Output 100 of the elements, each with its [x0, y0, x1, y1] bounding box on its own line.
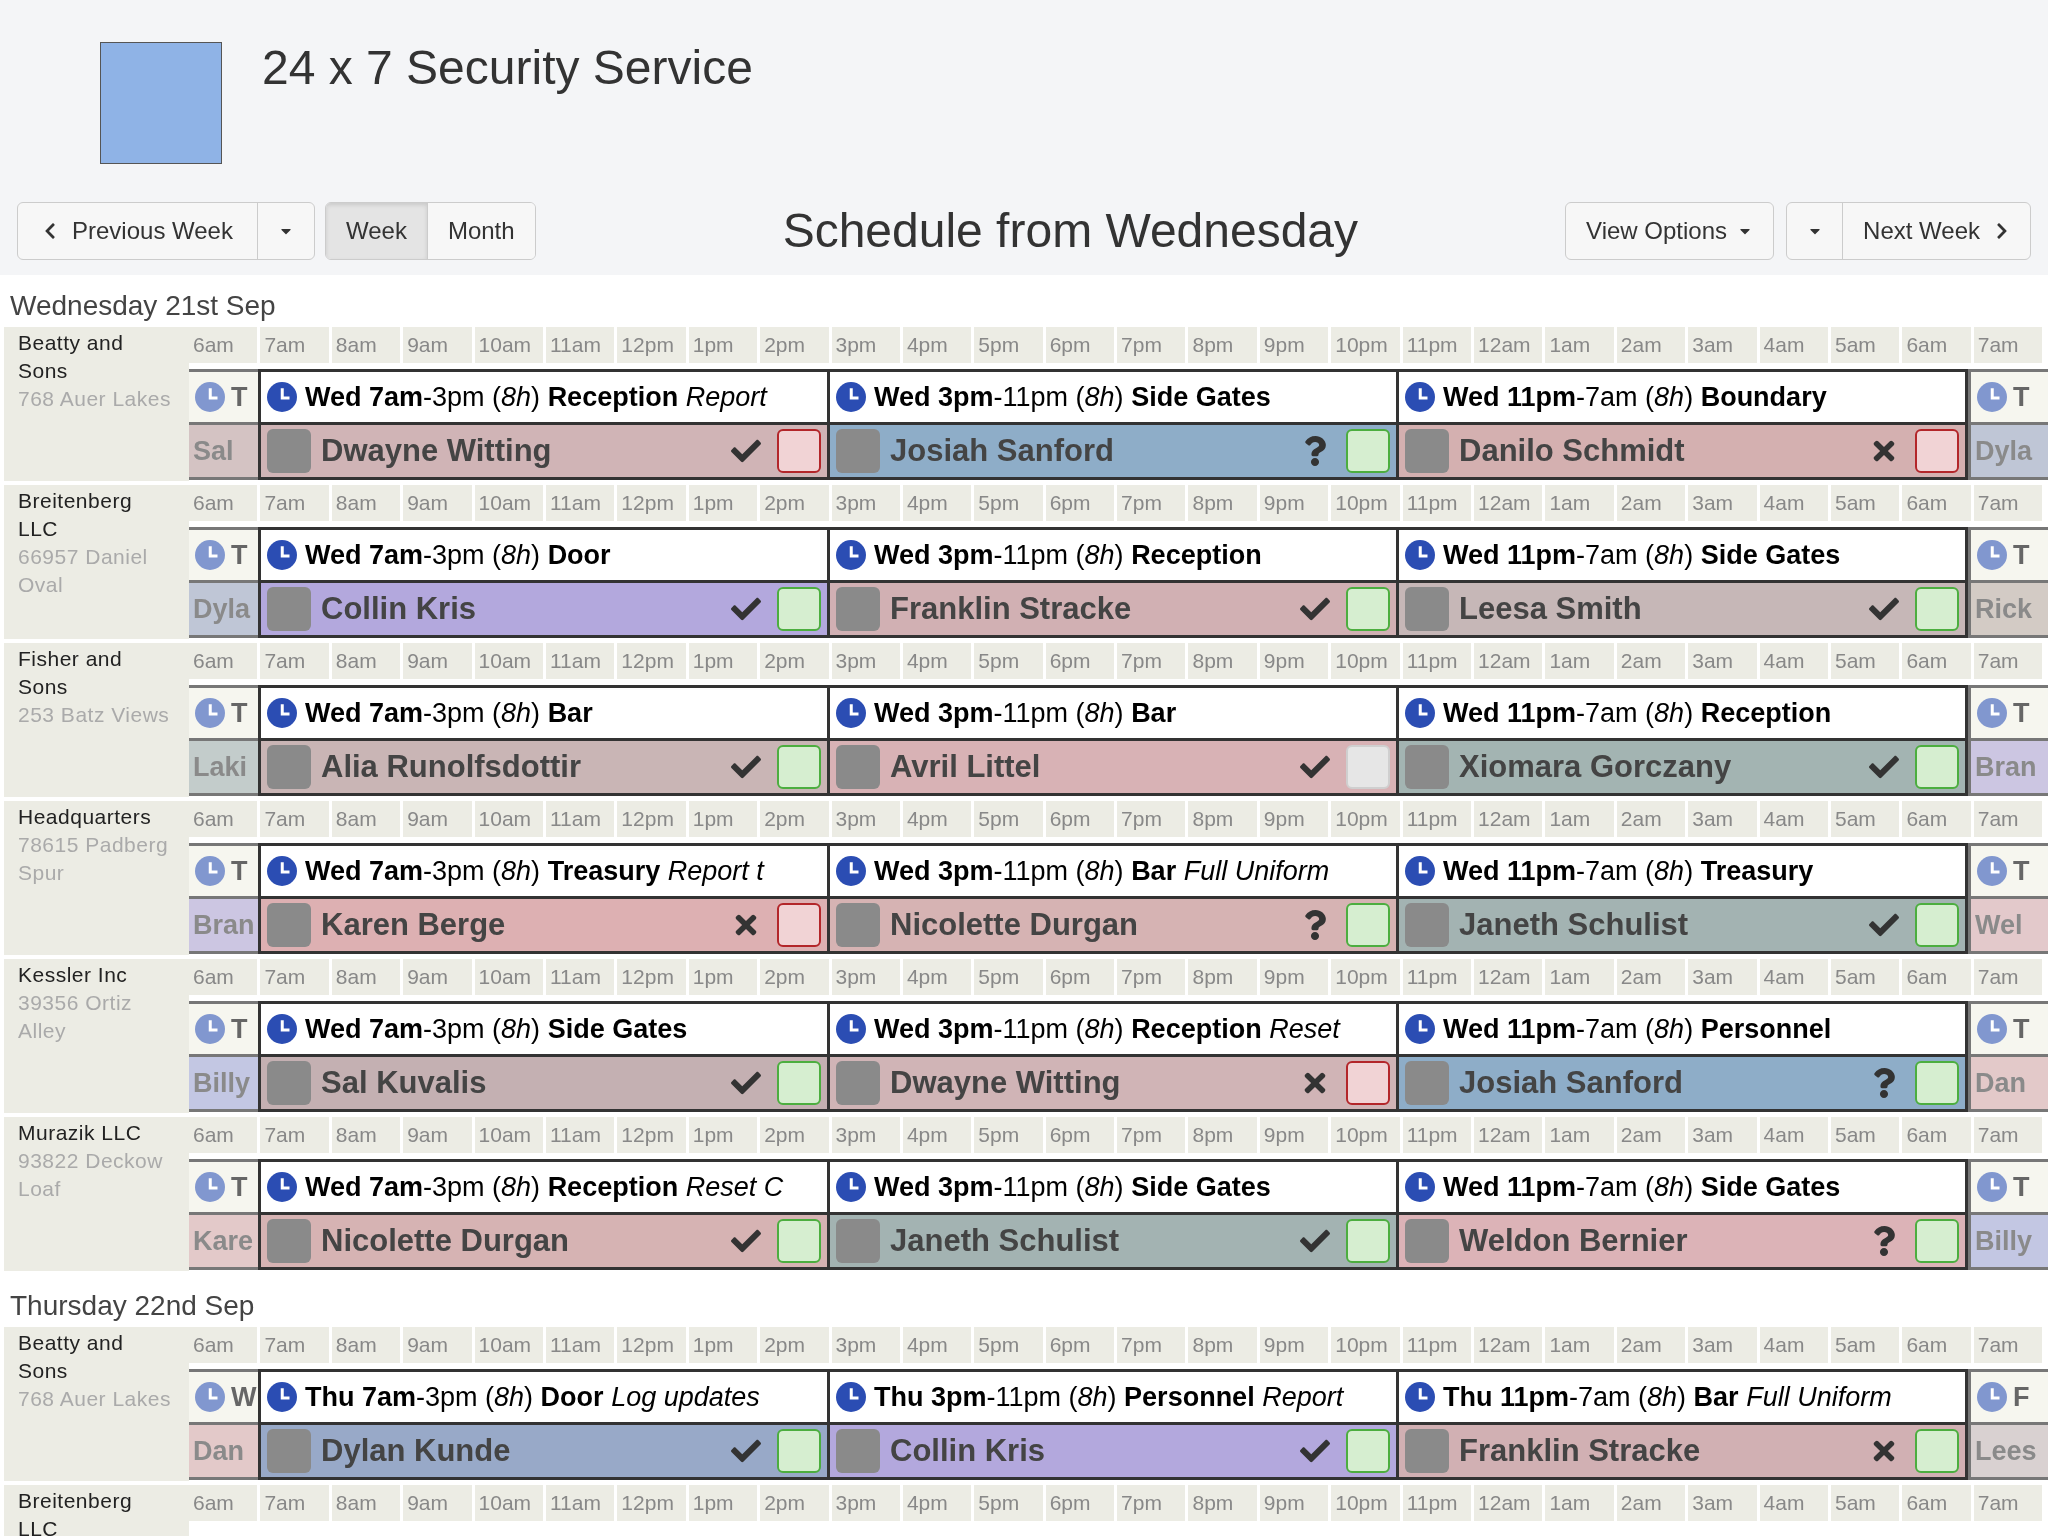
- hour-label: 5pm: [974, 485, 1046, 521]
- employee-name: Dylan Kunde: [321, 1431, 512, 1470]
- partial-shift[interactable]: T Dyla: [189, 527, 261, 638]
- confirmation-checkbox[interactable]: [1915, 429, 1959, 473]
- shift-card[interactable]: Wed 11pm-7am (8h) Treasury Janeth Schulist: [1396, 843, 1968, 954]
- shift-card[interactable]: Wed 3pm-11pm (8h) Bar Avril Littel: [827, 685, 1399, 796]
- next-week-button[interactable]: Next Week: [1843, 203, 2030, 259]
- hour-label: 4am: [1759, 959, 1831, 995]
- shift-summary: T: [2013, 854, 2030, 888]
- avatar-placeholder: [267, 1219, 311, 1263]
- hour-label: 3pm: [831, 1117, 903, 1153]
- hour-label: 6am: [1902, 643, 1974, 679]
- confirmation-checkbox[interactable]: [1346, 1061, 1390, 1105]
- confirmation-checkbox[interactable]: [1915, 1219, 1959, 1263]
- shift-card[interactable]: Thu 11pm-7am (8h) Bar Full Uniform Franklin Stracke: [1396, 1369, 1968, 1480]
- partial-shift[interactable]: T Billy: [1968, 1159, 2048, 1270]
- partial-shift[interactable]: T Bran: [1968, 685, 2048, 796]
- shift-card[interactable]: Wed 7am-3pm (8h) Door Collin Kris: [258, 527, 830, 638]
- previous-week-button[interactable]: Previous Week: [18, 203, 258, 259]
- shift-card[interactable]: Wed 11pm-7am (8h) Side Gates Leesa Smith: [1396, 527, 1968, 638]
- shift-card[interactable]: Wed 3pm-11pm (8h) Side Gates Janeth Schulist: [827, 1159, 1399, 1270]
- hour-label: 9am: [403, 801, 475, 837]
- shift-summary: Wed 3pm-11pm (8h) Reception: [874, 538, 1262, 572]
- partial-shift[interactable]: T Kare: [189, 1159, 261, 1270]
- partial-shift[interactable]: T Laki: [189, 685, 261, 796]
- shift-card[interactable]: Wed 3pm-11pm (8h) Reception Franklin Stracke: [827, 527, 1399, 638]
- confirmation-checkbox[interactable]: [777, 745, 821, 789]
- shift-summary: Wed 7am-3pm (8h) Treasury Report t: [305, 854, 764, 888]
- shift-card[interactable]: Wed 3pm-11pm (8h) Side Gates Josiah Sanford: [827, 369, 1399, 480]
- site-name: Breitenberg LLC: [18, 1488, 134, 1536]
- hour-label: 10pm: [1331, 643, 1403, 679]
- hour-label: 10am: [474, 801, 546, 837]
- hour-label: 10pm: [1331, 327, 1403, 363]
- shift-summary: Thu 3pm-11pm (8h) Personnel Report: [874, 1380, 1344, 1414]
- partial-shift[interactable]: T Rick: [1968, 527, 2048, 638]
- partial-shift[interactable]: T Billy: [189, 1001, 261, 1112]
- view-tab[interactable]: Week: [325, 203, 427, 259]
- shift-summary: Wed 3pm-11pm (8h) Reception Reset: [874, 1012, 1340, 1046]
- shift-card[interactable]: Wed 7am-3pm (8h) Treasury Report t Karen Berge: [258, 843, 830, 954]
- site-address: 66957 Daniel Oval: [18, 544, 149, 598]
- shift-card[interactable]: Thu 7am-3pm (8h) Door Log updates Dylan Kunde: [258, 1369, 830, 1480]
- hour-label: 3am: [1688, 1117, 1760, 1153]
- hour-label: 10am: [474, 1485, 546, 1521]
- view-options-button[interactable]: View Options: [1565, 202, 1775, 260]
- shift-card[interactable]: Wed 11pm-7am (8h) Reception Xiomara Gorczany: [1396, 685, 1968, 796]
- shift-card[interactable]: Wed 11pm-7am (8h) Side Gates Weldon Bernier: [1396, 1159, 1968, 1270]
- view-tab[interactable]: Month: [426, 203, 535, 259]
- partial-shift[interactable]: T Dyla: [1968, 369, 2048, 480]
- partial-shift[interactable]: T Bran: [189, 843, 261, 954]
- shift-card[interactable]: Wed 7am-3pm (8h) Side Gates Sal Kuvalis: [258, 1001, 830, 1112]
- shift-card[interactable]: Wed 7am-3pm (8h) Bar Alia Runolfsdottir: [258, 685, 830, 796]
- hour-label: 3pm: [831, 1327, 903, 1363]
- confirmation-checkbox[interactable]: [777, 1429, 821, 1473]
- shift-card[interactable]: Wed 3pm-11pm (8h) Reception Reset Dwayne Witting: [827, 1001, 1399, 1112]
- hour-label: 4am: [1759, 643, 1831, 679]
- confirmation-checkbox[interactable]: [1346, 1429, 1390, 1473]
- confirmation-checkbox[interactable]: [1346, 903, 1390, 947]
- partial-shift[interactable]: T Sal: [189, 369, 261, 480]
- shift-summary: Wed 3pm-11pm (8h) Bar Full Uniform: [874, 854, 1330, 888]
- hour-label: 6am: [1902, 485, 1974, 521]
- confirmation-checkbox[interactable]: [1915, 1061, 1959, 1105]
- hour-label: 5pm: [974, 959, 1046, 995]
- partial-shift[interactable]: T Dan: [1968, 1001, 2048, 1112]
- shift-summary: Thu 11pm-7am (8h) Bar Full Uniform: [1443, 1380, 1892, 1414]
- hour-label: 3pm: [831, 959, 903, 995]
- employee-name: Collin Kris: [890, 1431, 1046, 1470]
- shift-card[interactable]: Wed 11pm-7am (8h) Personnel Josiah Sanford: [1396, 1001, 1968, 1112]
- clock-icon: [267, 698, 297, 728]
- hour-label: 9am: [403, 643, 475, 679]
- avatar-placeholder: [1405, 587, 1449, 631]
- confirmation-checkbox[interactable]: [777, 903, 821, 947]
- clock-icon: [195, 1014, 225, 1044]
- confirmation-checkbox[interactable]: [777, 429, 821, 473]
- confirmation-checkbox[interactable]: [777, 587, 821, 631]
- confirmation-checkbox[interactable]: [777, 1061, 821, 1105]
- hour-label: 10am: [474, 959, 546, 995]
- confirmation-checkbox[interactable]: [1915, 903, 1959, 947]
- confirmation-checkbox[interactable]: [1346, 587, 1390, 631]
- shift-card[interactable]: Wed 7am-3pm (8h) Reception Report Dwayne Witting: [258, 369, 830, 480]
- employee-name: Bran: [1975, 750, 2037, 784]
- employee-name: Collin Kris: [321, 589, 477, 628]
- confirmation-checkbox[interactable]: [1346, 429, 1390, 473]
- site-address: 93822 Deckow Loaf: [18, 1148, 164, 1202]
- shift-card[interactable]: Thu 3pm-11pm (8h) Personnel Report Collin Kris: [827, 1369, 1399, 1480]
- partial-shift[interactable]: T Wel: [1968, 843, 2048, 954]
- confirmation-checkbox[interactable]: [777, 1219, 821, 1263]
- clock-icon: [1977, 540, 2007, 570]
- hour-label: 8pm: [1188, 959, 1260, 995]
- shift-card[interactable]: Wed 7am-3pm (8h) Reception Reset C Nicolette Durgan: [258, 1159, 830, 1270]
- shift-card[interactable]: Wed 11pm-7am (8h) Boundary Danilo Schmidt: [1396, 369, 1968, 480]
- partial-shift[interactable]: W Dan: [189, 1369, 261, 1480]
- clock-icon: [836, 1172, 866, 1202]
- confirmation-checkbox[interactable]: [1915, 745, 1959, 789]
- confirmation-checkbox[interactable]: [1346, 1219, 1390, 1263]
- shift-card[interactable]: Wed 3pm-11pm (8h) Bar Full Uniform Nicolette Durgan: [827, 843, 1399, 954]
- partial-shift[interactable]: F Lees: [1968, 1369, 2048, 1480]
- confirmation-checkbox[interactable]: [1915, 587, 1959, 631]
- employee-name: Wel: [1975, 908, 2023, 942]
- confirmation-checkbox[interactable]: [1915, 1429, 1959, 1473]
- avatar-placeholder: [267, 745, 311, 789]
